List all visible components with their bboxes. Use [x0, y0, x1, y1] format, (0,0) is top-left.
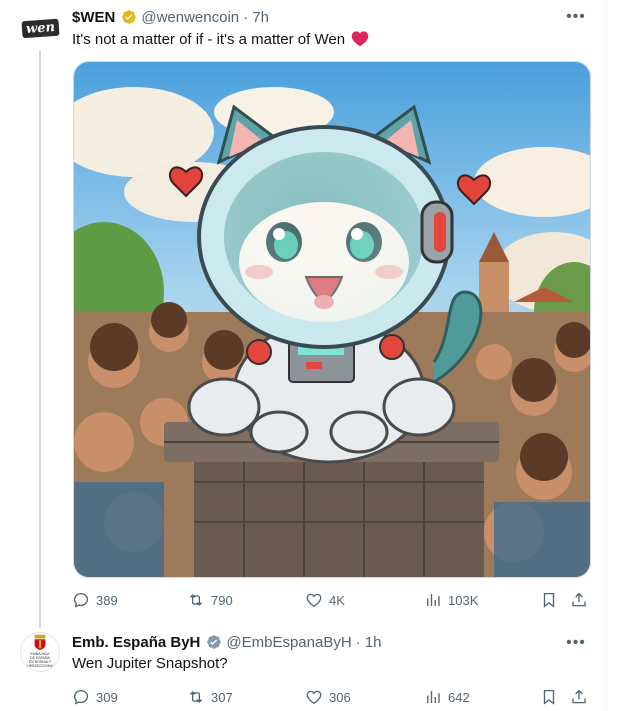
verified-grey-icon[interactable]	[204, 633, 222, 651]
retweet-icon	[189, 594, 203, 606]
embassy-avatar[interactable]: EMBAJADA DE ESPAÑA EN BOSNIA Y HERZEGOVI…	[20, 632, 60, 672]
share-icon	[572, 592, 586, 607]
reply-icon	[73, 592, 89, 608]
tweet1-reply-button[interactable]: 389	[72, 591, 118, 609]
tweet1-timestamp[interactable]: · 7h	[243, 9, 269, 26]
tweet1-retweet-button[interactable]: 790	[187, 591, 233, 609]
tweet2-text: Wen Jupiter Snapshot?	[72, 655, 228, 672]
tweet1-author-name[interactable]: $WEN	[72, 9, 115, 26]
like-icon	[306, 690, 322, 705]
tweet1-share-button[interactable]	[570, 591, 588, 609]
tweet2-timestamp[interactable]: · 1h	[356, 634, 382, 651]
tweet1-bookmark-button[interactable]	[540, 591, 558, 609]
more-options-icon[interactable]: •••	[566, 633, 586, 653]
bookmark-icon	[543, 689, 555, 705]
tweet1-text-body: It's not a matter of if - it's a matter …	[72, 31, 346, 48]
bookmark-icon	[543, 592, 555, 608]
tweet1-text: It's not a matter of if - it's a matter …	[72, 30, 369, 53]
tweet1-media-image[interactable]	[73, 61, 591, 578]
tweet2-reply-button[interactable]: 309	[72, 688, 118, 706]
tweet1-view-count: 103K	[448, 592, 479, 608]
tweet2-like-button[interactable]: 306	[305, 688, 351, 706]
tweet2-author-name[interactable]: Emb. España ByH	[72, 634, 200, 651]
tweet2-header: Emb. España ByH @EmbEspanaByH · 1h	[72, 632, 382, 652]
share-icon	[572, 689, 586, 704]
tweet1-views-button[interactable]: 103K	[424, 591, 478, 609]
astronaut-cat-illustration	[74, 62, 590, 577]
reply-icon	[73, 689, 89, 705]
retweet-icon	[189, 691, 203, 703]
views-icon	[427, 691, 440, 703]
tweet1-like-count: 4K	[329, 592, 345, 608]
tweet1-reply-count: 389	[96, 592, 118, 608]
views-icon	[427, 594, 440, 606]
tweet2-bookmark-button[interactable]	[540, 688, 558, 706]
tweet2-handle[interactable]: @EmbEspanaByH	[226, 634, 351, 651]
tweet2-view-count: 642	[448, 689, 470, 705]
tweet2-like-count: 306	[329, 689, 351, 705]
tweet1-handle[interactable]: @wenwencoin	[141, 9, 239, 26]
tweet1-actions: 389 790 4K 103K	[72, 590, 592, 610]
tweet1-like-button[interactable]: 4K	[305, 591, 345, 609]
like-icon	[306, 593, 322, 608]
wen-logo-text: wen	[20, 18, 60, 38]
tweet2-reply-count: 309	[96, 689, 118, 705]
spain-coat-of-arms-icon	[34, 634, 46, 651]
tweet2-retweet-count: 307	[211, 689, 233, 705]
red-heart-emoji-icon	[351, 30, 369, 53]
tweet2-retweet-button[interactable]: 307	[187, 688, 233, 706]
tweet2-share-button[interactable]	[570, 688, 588, 706]
more-options-icon[interactable]: •••	[566, 7, 586, 27]
timeline-column: wen $WEN @wenwencoin · 7h ••• It's not a…	[0, 0, 607, 711]
thread-connector-line	[39, 50, 41, 628]
tweet2-actions: 309 307 306 642	[72, 687, 592, 707]
wen-avatar[interactable]: wen	[20, 8, 60, 48]
tweet1-header: $WEN @wenwencoin · 7h	[72, 7, 269, 27]
tweet1-retweet-count: 790	[211, 592, 233, 608]
embassy-avatar-text: EMBAJADA DE ESPAÑA EN BOSNIA Y HERZEGOVI…	[27, 652, 53, 668]
tweet2-views-button[interactable]: 642	[424, 688, 470, 706]
verified-gold-icon[interactable]	[119, 8, 137, 26]
